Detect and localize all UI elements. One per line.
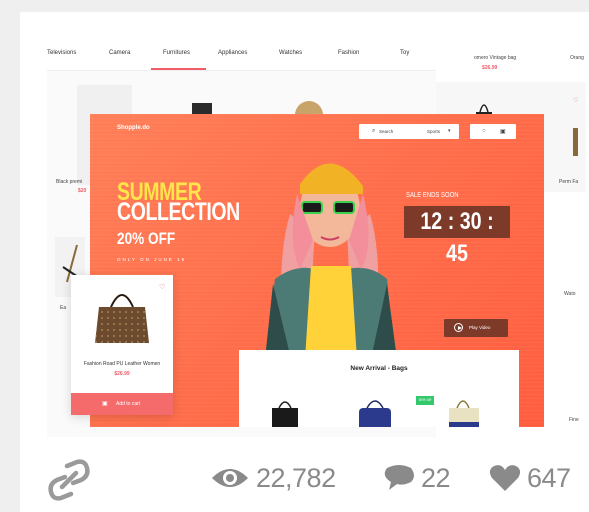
discount-badge: 50% Off: [416, 396, 434, 405]
add-to-cart-label: Add to cart: [116, 401, 141, 407]
discount-text: 20% OFF: [117, 229, 176, 248]
model-image: [265, 163, 397, 359]
product-name: omero Vintage bag: [474, 55, 517, 61]
views-stat: 22,782: [210, 462, 336, 494]
product-name: Orang: [570, 55, 584, 61]
product-name: Fine: [569, 417, 579, 423]
chevron-down-icon: ▾: [448, 128, 451, 134]
tab-furnitures[interactable]: Furnitures: [163, 50, 190, 56]
likes-stat[interactable]: 647: [489, 462, 571, 494]
headline-line-2: COLLECTION: [117, 198, 240, 226]
search-bar[interactable]: ⌕ Search Sports ▾: [359, 124, 459, 139]
product-name: Wato: [564, 291, 576, 297]
search-input[interactable]: Search: [379, 129, 393, 134]
sale-ends-label: SALE ENDS SOON: [406, 192, 459, 199]
tab-fashion[interactable]: Fashion: [338, 50, 359, 56]
product-card[interactable]: ♡ Fashion Road PU Leather Women $26.99 ▣…: [71, 275, 173, 415]
cart-icon[interactable]: ▣: [500, 128, 506, 135]
user-icon[interactable]: ○: [482, 128, 486, 134]
tab-appliances[interactable]: Appliances: [218, 50, 247, 56]
play-icon: [454, 323, 463, 332]
heart-icon[interactable]: ♡: [159, 283, 165, 291]
product-price: $26.99: [114, 371, 130, 377]
heart-icon: [489, 465, 521, 491]
comments-stat[interactable]: 22: [383, 462, 451, 494]
comment-icon: [384, 465, 414, 490]
tab-camera[interactable]: Camera: [109, 50, 130, 56]
countdown-timer: 12 : 30 : 45: [404, 206, 510, 267]
link-icon[interactable]: [45, 456, 93, 504]
product-price: $20: [78, 188, 87, 194]
likes-count: 647: [527, 462, 571, 493]
tab-watches[interactable]: Watches: [279, 50, 302, 56]
eye-icon: [212, 469, 248, 487]
bag-products: [272, 400, 479, 427]
new-arrival-section: New Arrival - Bags 50% Off: [239, 350, 519, 427]
product-name: Ea: [60, 305, 67, 311]
site-logo[interactable]: Shopple.do: [117, 125, 150, 131]
product-name: Black premi: [56, 179, 83, 185]
search-icon: ⌕: [372, 128, 376, 134]
comments-count: 22: [421, 462, 451, 493]
product-name: Fashion Road PU Leather Women: [83, 361, 161, 367]
shot-preview[interactable]: Televisions Camera Furnitures Appliances…: [47, 37, 589, 437]
product-price: $26.99: [482, 65, 498, 71]
handbag-image: [95, 294, 149, 343]
play-video-label: Play Video: [469, 325, 491, 330]
category-select[interactable]: Sports: [427, 129, 440, 134]
header-actions: ○ ▣: [470, 124, 516, 139]
product-name: Perm Fa: [559, 179, 579, 185]
category-tabbar: Televisions Camera Furnitures Appliances…: [47, 37, 447, 71]
tab-televisions[interactable]: Televisions: [47, 50, 76, 56]
cart-icon: ▣: [102, 401, 108, 407]
views-count: 22,782: [256, 462, 336, 493]
promo-date: ONLY ON JUNE 16: [117, 257, 187, 262]
headline: SUMMER COLLECTION: [117, 180, 240, 226]
play-video-button[interactable]: Play Video: [444, 319, 508, 337]
svg-text:♡: ♡: [573, 97, 578, 104]
tab-toy[interactable]: Toy: [400, 50, 409, 56]
countdown-value: 12 : 30 : 45: [420, 208, 494, 267]
active-tab-indicator: [151, 68, 206, 70]
lamp-image: [295, 101, 323, 115]
add-to-cart-button[interactable]: ▣ Add to cart: [71, 393, 173, 415]
